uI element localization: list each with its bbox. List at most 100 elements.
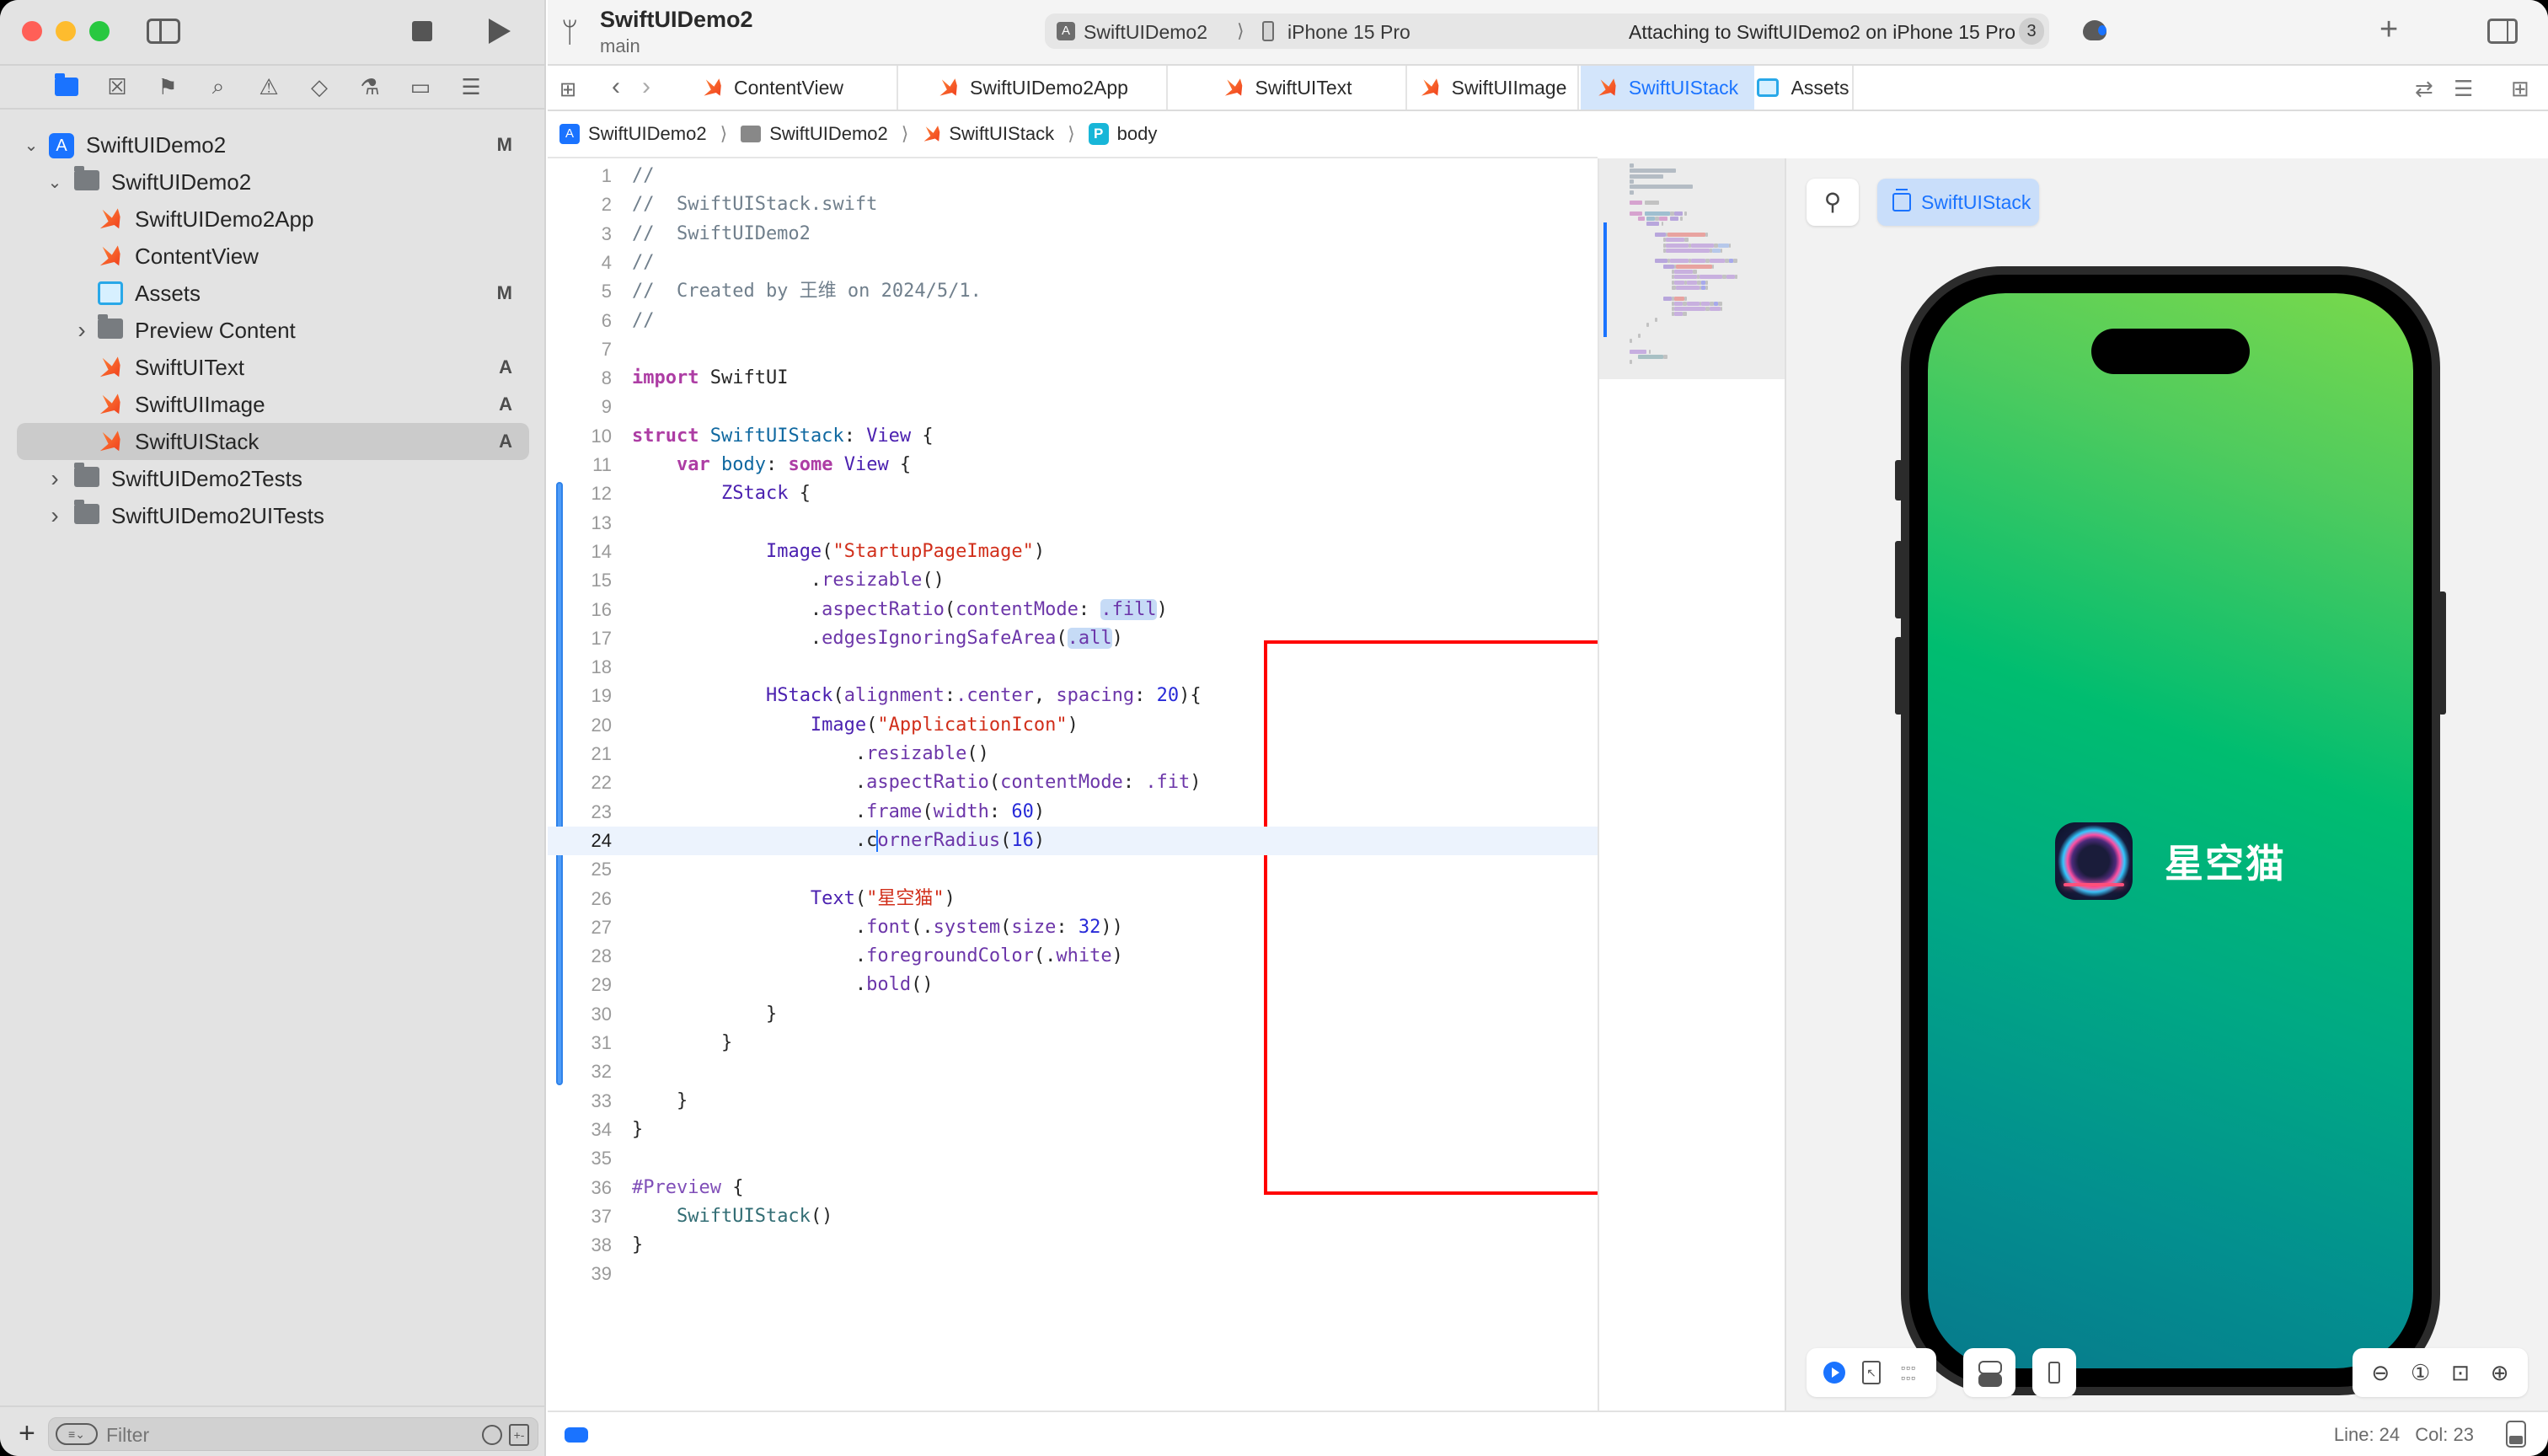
- play-icon[interactable]: [489, 19, 511, 44]
- tree-item[interactable]: ⌄ A SwiftUIDemo2 M: [0, 126, 546, 163]
- tree-item[interactable]: › SwiftUIDemo2Tests: [0, 460, 546, 497]
- tree-item[interactable]: SwiftUIStack A: [17, 423, 529, 460]
- code-line[interactable]: 12 ZStack {: [548, 479, 1598, 508]
- plus-icon[interactable]: +: [2379, 12, 2398, 48]
- chevron-right-icon[interactable]: ›: [47, 502, 62, 529]
- bookmarks-tab[interactable]: ⚑: [155, 73, 180, 100]
- code-line[interactable]: 35: [548, 1144, 1598, 1173]
- code-line[interactable]: 39: [548, 1260, 1598, 1288]
- debug-tab[interactable]: ⚗: [357, 73, 383, 100]
- debug-area-toggle[interactable]: [565, 1427, 588, 1443]
- code-line[interactable]: 21 .resizable(): [548, 740, 1598, 768]
- live-preview-icon[interactable]: [1823, 1362, 1845, 1384]
- code-line[interactable]: 20 Image("ApplicationIcon"): [548, 711, 1598, 740]
- tree-item[interactable]: ⌄ SwiftUIDemo2: [0, 163, 546, 201]
- tree-item[interactable]: SwiftUIText A: [0, 349, 546, 386]
- minimize-button[interactable]: [56, 21, 76, 41]
- code-line[interactable]: 38}: [548, 1231, 1598, 1260]
- device-settings-icon[interactable]: [2048, 1362, 2060, 1384]
- breadcrumb-item[interactable]: SwiftUIStack: [922, 123, 1054, 145]
- show-debug-area-icon[interactable]: [2506, 1421, 2526, 1448]
- tab-assets[interactable]: Assets: [1754, 66, 1854, 110]
- code-line[interactable]: 36 #Preview {: [548, 1174, 1598, 1202]
- zoom-button[interactable]: [89, 21, 110, 41]
- variants-grid-icon[interactable]: ▫▫▫ ▫▫▫: [1898, 1362, 1919, 1384]
- code-line[interactable]: 34}: [548, 1116, 1598, 1144]
- code-line[interactable]: 30 }: [548, 1000, 1598, 1029]
- source-editor[interactable]: 1 // 2 // SwiftUIStack.swift 3 // SwiftUIDemo…: [548, 158, 1909, 1410]
- code-line[interactable]: 33 }: [548, 1087, 1598, 1116]
- reports-tab[interactable]: ☰: [458, 73, 484, 100]
- stop-icon[interactable]: [412, 21, 432, 41]
- code-line[interactable]: 32: [548, 1057, 1598, 1086]
- tab-contentview[interactable]: ContentView: [649, 66, 898, 110]
- sidebar-toggle-icon[interactable]: [147, 19, 180, 44]
- code-line[interactable]: 17 .edgesIgnoringSafeArea(.all): [548, 624, 1598, 653]
- code-line[interactable]: 5 // Created by 王维 on 2024/5/1.: [548, 277, 1598, 306]
- minimap[interactable]: [1598, 158, 1785, 1410]
- code-line[interactable]: 1 //: [548, 162, 1598, 190]
- zoom-out-icon[interactable]: ⊖: [2371, 1360, 2390, 1386]
- tab-swiftuistack[interactable]: SwiftUIStack: [1581, 66, 1754, 110]
- toggle-variants-icon[interactable]: [1978, 1361, 2002, 1387]
- tree-item[interactable]: SwiftUIImage A: [0, 386, 546, 423]
- chevron-down-icon[interactable]: ⌄: [24, 135, 39, 156]
- code-line[interactable]: 9: [548, 393, 1598, 421]
- related-items-icon[interactable]: ⊞: [559, 78, 576, 102]
- chevron-right-icon[interactable]: ›: [47, 465, 62, 492]
- pin-icon[interactable]: ⚲: [1807, 179, 1859, 226]
- add-file-button[interactable]: +: [19, 1417, 35, 1450]
- code-line[interactable]: 3 // SwiftUIDemo2: [548, 220, 1598, 249]
- tree-item[interactable]: › SwiftUIDemo2UITests: [0, 497, 546, 534]
- scheme-selector[interactable]: SwiftUIDemo2: [1084, 21, 1207, 44]
- code-line[interactable]: 8 import SwiftUI: [548, 364, 1598, 393]
- code-line[interactable]: 11 var body: some View {: [548, 451, 1598, 479]
- zoom-in-icon[interactable]: ⊕: [2491, 1360, 2509, 1386]
- code-line[interactable]: 31 }: [548, 1029, 1598, 1057]
- code-line[interactable]: 37 SwiftUIStack(): [548, 1202, 1598, 1231]
- back-icon[interactable]: ‹: [612, 72, 620, 101]
- tree-item[interactable]: SwiftUIDemo2App: [0, 201, 546, 238]
- code-line[interactable]: 2 // SwiftUIStack.swift: [548, 190, 1598, 219]
- source-control-filter-icon[interactable]: +-: [509, 1424, 529, 1446]
- tab-swiftuiimage[interactable]: SwiftUIImage: [1409, 66, 1579, 110]
- code-line[interactable]: 4 //: [548, 249, 1598, 277]
- filter-input[interactable]: [106, 1423, 426, 1447]
- editor-options-icon[interactable]: ☰: [2454, 76, 2473, 102]
- code-line[interactable]: 22 .aspectRatio(contentMode: .fit): [548, 768, 1598, 797]
- code-line[interactable]: 24 .cornerRadius(16): [548, 826, 1598, 855]
- phone-screen[interactable]: 星空猫: [1928, 293, 2413, 1368]
- breakpoints-tab[interactable]: ▭: [408, 73, 433, 100]
- tab-swiftuidemo2app[interactable]: SwiftUIDemo2App: [900, 66, 1168, 110]
- code-line[interactable]: 6 //: [548, 307, 1598, 335]
- issues-tab[interactable]: ⚠: [256, 73, 281, 100]
- selectable-mode-icon[interactable]: ↖: [1862, 1361, 1881, 1384]
- code-line[interactable]: 18: [548, 653, 1598, 682]
- code-line[interactable]: 23 .frame(width: 60): [548, 798, 1598, 827]
- recent-files-icon[interactable]: [482, 1425, 502, 1445]
- add-editor-icon[interactable]: ⊞: [2511, 76, 2529, 102]
- zoom-100-icon[interactable]: ①: [2411, 1360, 2430, 1386]
- code-line[interactable]: 16 .aspectRatio(contentMode: .fill): [548, 596, 1598, 624]
- swap-editor-icon[interactable]: ⇄: [2415, 76, 2433, 102]
- preview-tab[interactable]: SwiftUIStack: [1877, 179, 2039, 226]
- code-line[interactable]: 14 Image("StartupPageImage"): [548, 538, 1598, 566]
- run-destination-selector[interactable]: iPhone 15 Pro: [1287, 21, 1410, 44]
- minimap-visible-region[interactable]: [1599, 158, 1785, 379]
- chevron-down-icon[interactable]: ⌄: [47, 172, 62, 193]
- activity-count-badge[interactable]: 3: [2019, 18, 2044, 45]
- tests-tab[interactable]: ◇: [307, 73, 332, 100]
- close-button[interactable]: [22, 21, 42, 41]
- tab-swiftuitext[interactable]: SwiftUIText: [1170, 66, 1407, 110]
- breadcrumb-item[interactable]: Pbody: [1088, 123, 1157, 145]
- code-line[interactable]: 25: [548, 855, 1598, 884]
- tree-item[interactable]: ContentView: [0, 238, 546, 275]
- code-line[interactable]: 19 HStack(alignment:.center, spacing: 20…: [548, 682, 1598, 710]
- tree-item[interactable]: Assets M: [0, 275, 546, 312]
- zoom-fit-icon[interactable]: ⊡: [2451, 1360, 2470, 1386]
- code-line[interactable]: 13: [548, 509, 1598, 538]
- code-line[interactable]: 29 .bold(): [548, 971, 1598, 999]
- branch-name[interactable]: main: [600, 35, 640, 57]
- code-line[interactable]: 10 struct SwiftUIStack: View {: [548, 422, 1598, 451]
- chevron-right-icon[interactable]: ›: [74, 317, 89, 344]
